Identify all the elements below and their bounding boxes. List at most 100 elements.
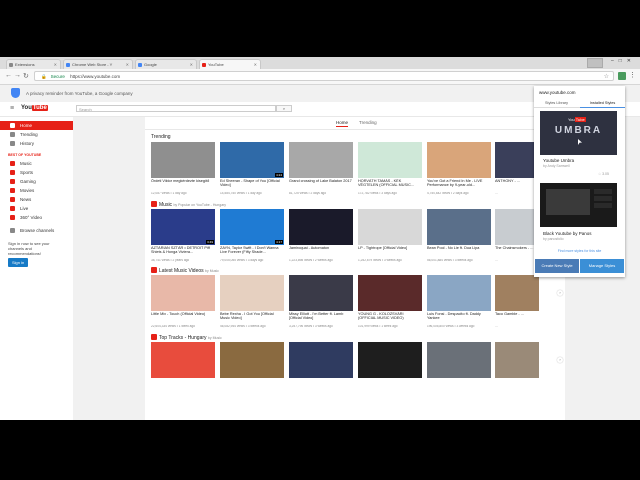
- search-input[interactable]: Search: [76, 105, 276, 112]
- close-tab-icon[interactable]: ✕: [126, 62, 129, 67]
- privacy-banner-text[interactable]: A privacy reminder from YouTube, a Googl…: [26, 91, 133, 96]
- shelf-next-arrow-icon[interactable]: ›: [557, 357, 563, 363]
- sidebar-item-sports[interactable]: Sports: [0, 168, 73, 177]
- tab-home[interactable]: Home: [336, 120, 349, 127]
- video-title[interactable]: [495, 379, 539, 392]
- find-more-styles-link[interactable]: Find more styles for this site: [534, 249, 625, 253]
- video-thumbnail[interactable]: [495, 209, 539, 245]
- video-thumbnail[interactable]: [358, 342, 422, 378]
- video-title[interactable]: YOUNG G - KOLOZSVÁRI (OFFICIAL MUSIC VID…: [358, 312, 422, 325]
- video-thumbnail[interactable]: [289, 142, 353, 178]
- hamburger-menu-icon[interactable]: ≡: [10, 105, 14, 112]
- browser-tab-active[interactable]: YouTube ✕: [199, 59, 261, 69]
- video-title[interactable]: ZAYN, Taylor Swift - I Don't Wanna Live …: [220, 246, 284, 259]
- video-thumbnail[interactable]: [358, 142, 422, 178]
- video-thumbnail[interactable]: [495, 275, 539, 311]
- video-thumbnail[interactable]: [427, 275, 491, 311]
- video-thumbnail[interactable]: [151, 275, 215, 311]
- tab-styles-library[interactable]: Styles Library: [534, 99, 579, 107]
- video-title[interactable]: Bebe Rexha - I Got You [Official Music V…: [220, 312, 284, 325]
- create-new-style-button[interactable]: Create New Style: [535, 259, 579, 273]
- bookmark-star-icon[interactable]: ☆: [604, 73, 609, 80]
- video-title[interactable]: LP - Tightrope [Official Video]: [358, 246, 422, 259]
- section-title[interactable]: Trending: [151, 134, 171, 140]
- youtube-logo[interactable]: YouTube: [21, 105, 48, 111]
- section-title[interactable]: Top Tracks - Hungary by Music: [151, 334, 222, 341]
- section-title[interactable]: Music by Popular on YouTube - Hungary: [151, 201, 226, 208]
- style-thumbnail[interactable]: [540, 183, 617, 227]
- video-thumbnail[interactable]: [358, 275, 422, 311]
- manage-styles-button[interactable]: Manage Styles: [580, 259, 624, 273]
- sidebar-item-history[interactable]: History: [0, 139, 73, 148]
- video-thumbnail[interactable]: [289, 275, 353, 311]
- video-thumbnail[interactable]: 3:49: [151, 209, 215, 245]
- section-title[interactable]: Latest Music Videos by Music: [151, 267, 219, 274]
- style-name[interactable]: Youtube Umbra: [543, 158, 574, 163]
- video-title[interactable]: HORVÁTH TAMÁS - KÉK VÉGTELEN (OFFICIAL M…: [358, 179, 422, 192]
- tab-installed-styles[interactable]: Installed Styles: [580, 99, 625, 108]
- video-title[interactable]: [358, 379, 422, 392]
- search-button[interactable]: ⌕: [276, 105, 292, 112]
- video-title[interactable]: Luis Fonsi - Despacito ft. Daddy Yankee: [427, 312, 491, 325]
- reload-icon[interactable]: ↻: [23, 72, 29, 80]
- close-window-icon[interactable]: ✕: [627, 58, 636, 64]
- video-title[interactable]: Grand crossing of Lake Balaton 2017: [289, 179, 353, 192]
- video-title[interactable]: [289, 379, 353, 392]
- video-title[interactable]: The Chainsmokers - ...: [495, 246, 539, 259]
- video-thumbnail[interactable]: [289, 342, 353, 378]
- video-thumbnail[interactable]: [289, 209, 353, 245]
- video-thumbnail[interactable]: [220, 342, 284, 378]
- video-title[interactable]: Missy Elliott - I'm Better ft. Lamb [Off…: [289, 312, 353, 325]
- browser-tab[interactable]: Extensions ✕: [6, 59, 61, 69]
- video-thumbnail[interactable]: [151, 342, 215, 378]
- address-bar[interactable]: 🔒 Secure https://www.youtube.com ☆: [34, 71, 614, 81]
- sidebar-item-trending[interactable]: Trending: [0, 130, 73, 139]
- forward-icon[interactable]: →: [14, 72, 21, 79]
- video-title[interactable]: [427, 379, 491, 392]
- stylish-extension-icon[interactable]: [618, 72, 626, 80]
- sidebar-item-home[interactable]: Home: [0, 121, 73, 130]
- video-title[interactable]: Taco Gamble - ...: [495, 312, 539, 325]
- close-tab-icon[interactable]: ✕: [254, 62, 257, 67]
- sidebar-item-gaming[interactable]: Gaming: [0, 177, 73, 186]
- video-thumbnail[interactable]: [427, 142, 491, 178]
- video-thumbnail[interactable]: [495, 142, 539, 178]
- video-title[interactable]: Bean Pool - No Lie ft. Dua Lipa: [427, 246, 491, 259]
- sidebar-item-browse-channels[interactable]: Browse channels: [0, 226, 73, 235]
- video-title[interactable]: Little Mix - Touch (Official Video): [151, 312, 215, 325]
- close-tab-icon[interactable]: ✕: [54, 62, 57, 67]
- sign-in-button[interactable]: Sign in: [8, 258, 29, 267]
- style-thumbnail[interactable]: UMBRA YouTube: [540, 111, 617, 155]
- video-title[interactable]: Ördeti Viktor megkérdezte kisegítő: [151, 179, 215, 192]
- sidebar-item-music[interactable]: Music: [0, 159, 73, 168]
- tab-trending[interactable]: Trending: [359, 120, 377, 125]
- style-name[interactable]: Black Youtube by Panos: [543, 231, 592, 236]
- video-thumbnail[interactable]: [427, 342, 491, 378]
- video-title[interactable]: [220, 379, 284, 392]
- browser-tab[interactable]: Chrome Web Store - Y ✕: [63, 59, 133, 69]
- video-title[interactable]: Ed Sheeran - Shape of You [Official Vide…: [220, 179, 284, 192]
- video-title[interactable]: [151, 379, 215, 392]
- video-title[interactable]: ANTHONY - ...: [495, 179, 539, 192]
- close-tab-icon[interactable]: ✕: [190, 62, 193, 67]
- sidebar-item-movies[interactable]: Movies: [0, 186, 73, 195]
- browser-tab[interactable]: Google ✕: [135, 59, 197, 69]
- video-thumbnail[interactable]: 4:24: [220, 142, 284, 178]
- sidebar-item-news[interactable]: News: [0, 195, 73, 204]
- video-thumbnail[interactable]: [495, 342, 539, 378]
- sidebar-item-360-video[interactable]: 360° Video: [0, 213, 73, 222]
- video-thumbnail[interactable]: 4:17: [220, 209, 284, 245]
- maximize-icon[interactable]: □: [619, 58, 627, 64]
- video-title[interactable]: Jamiroquai - Automaton: [289, 246, 353, 259]
- video-thumbnail[interactable]: [151, 142, 215, 178]
- minimize-icon[interactable]: –: [611, 58, 619, 64]
- video-thumbnail[interactable]: [220, 275, 284, 311]
- user-profile-button[interactable]: [586, 58, 603, 68]
- video-thumbnail[interactable]: [427, 209, 491, 245]
- video-title[interactable]: You've Got a Friend In Me - LIVE Perform…: [427, 179, 491, 192]
- video-thumbnail[interactable]: [358, 209, 422, 245]
- back-icon[interactable]: ←: [5, 72, 12, 79]
- chrome-menu-icon[interactable]: ⋮: [629, 71, 636, 79]
- shelf-next-arrow-icon[interactable]: ›: [557, 290, 563, 296]
- video-title[interactable]: AZTÁRIAN SZTÁR • DETROIT Piff Shiets & H…: [151, 246, 215, 259]
